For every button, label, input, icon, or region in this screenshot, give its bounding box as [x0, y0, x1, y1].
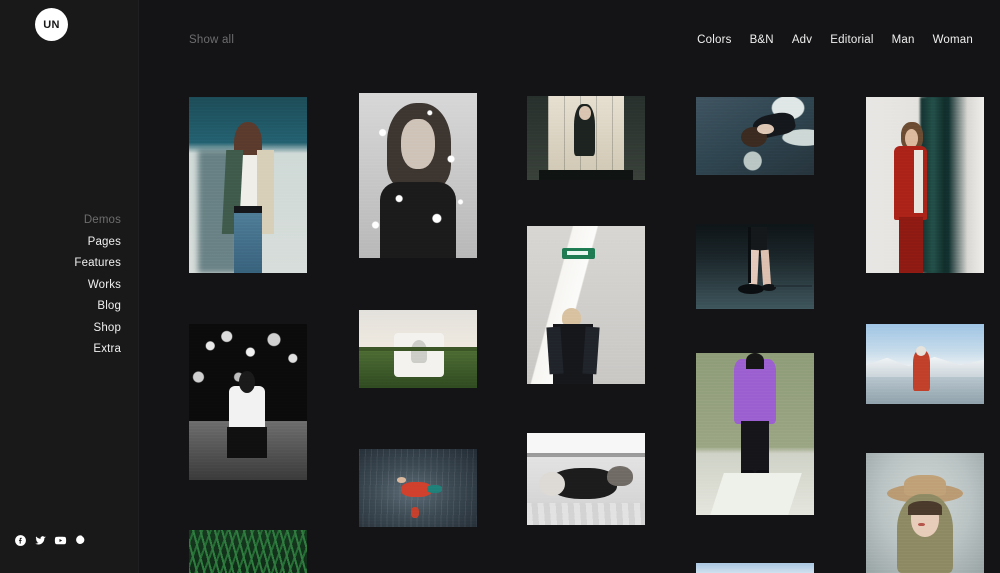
gallery-grid — [139, 0, 1000, 573]
gallery-item-woman-hat-hood[interactable] — [866, 453, 984, 573]
gallery-item-woman-snow-mountains[interactable] — [866, 324, 984, 404]
sidebar: UN Demos Pages Features Works Blog Shop Extra — [0, 0, 139, 573]
gallery-item-palm-leaves-green[interactable] — [189, 530, 307, 573]
facebook-icon[interactable] — [14, 534, 27, 547]
gallery-item-legs-heels-stage[interactable] — [696, 224, 814, 309]
sidebar-item-demos[interactable]: Demos — [84, 210, 121, 232]
gallery-item-woman-floating-water[interactable] — [359, 449, 477, 527]
logo-text: UN — [43, 18, 60, 31]
sidebar-item-blog[interactable]: Blog — [97, 296, 121, 318]
sidebar-item-features[interactable]: Features — [74, 253, 121, 275]
portfolio-gallery-page: UN Demos Pages Features Works Blog Shop Extra … — [0, 0, 1000, 573]
gallery-item-woman-window-interior[interactable] — [527, 96, 645, 180]
dribbble-icon[interactable] — [74, 534, 87, 547]
main-content: Show all Colors B&N Adv Editorial Man Woman — [139, 0, 1000, 573]
gallery-item-woman-blossoms-bw[interactable] — [359, 93, 477, 258]
sidebar-item-pages[interactable]: Pages — [88, 232, 121, 254]
gallery-item-woman-on-bed-bw[interactable] — [527, 433, 645, 525]
social-links — [14, 534, 87, 547]
twitter-icon[interactable] — [34, 534, 47, 547]
gallery-item-woman-sunlight-wall[interactable] — [527, 226, 645, 384]
gallery-item-sheet-in-field[interactable] — [359, 310, 477, 388]
youtube-icon[interactable] — [54, 534, 67, 547]
sidebar-item-works[interactable]: Works — [88, 275, 121, 297]
gallery-item-woman-red-suit-curtain[interactable] — [866, 97, 984, 273]
sidebar-nav: Demos Pages Features Works Blog Shop Extra — [0, 210, 139, 361]
gallery-item-woman-purple-coat[interactable] — [696, 353, 814, 515]
gallery-item-woman-denim-teal-wall[interactable] — [189, 97, 307, 273]
sidebar-item-shop[interactable]: Shop — [94, 318, 121, 340]
gallery-item-sky-blue-crop[interactable] — [696, 563, 814, 573]
sidebar-item-extra[interactable]: Extra — [93, 339, 121, 361]
gallery-item-woman-crouching-bw[interactable] — [189, 324, 307, 480]
gallery-item-woman-lying-shore[interactable] — [696, 97, 814, 175]
logo-button[interactable]: UN — [35, 8, 68, 41]
